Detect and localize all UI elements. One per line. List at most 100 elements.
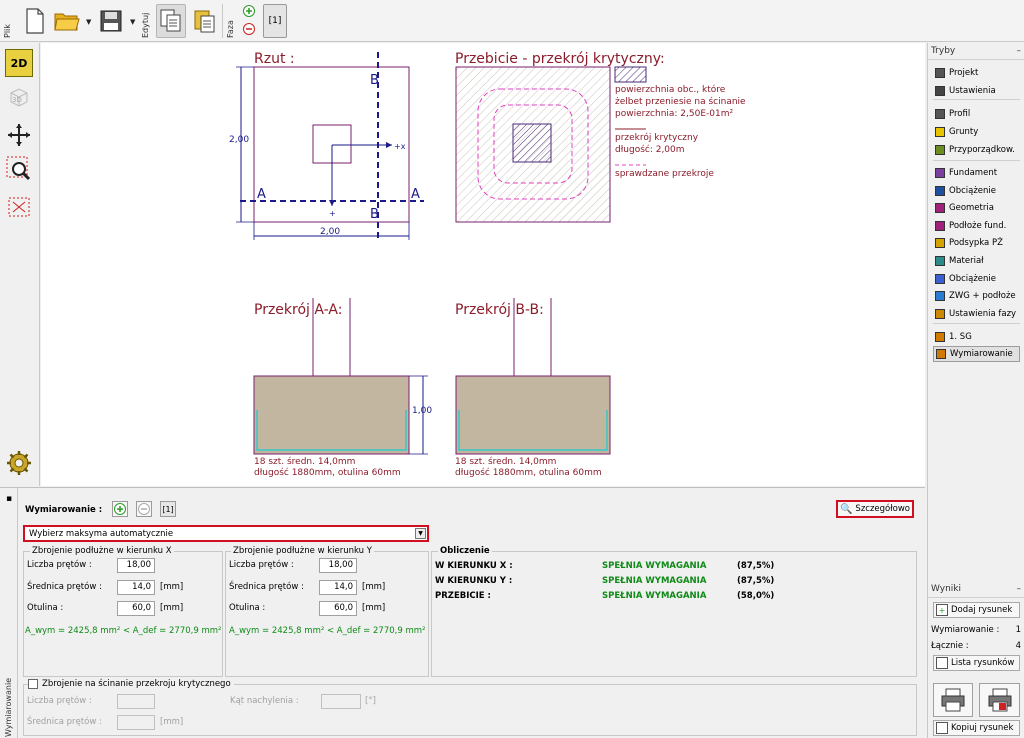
plan-dim-vertical-value: 2,00 (229, 135, 249, 145)
calc-row-value: (87,5%) (737, 576, 775, 586)
x-bar-diameter-unit: [mm] (160, 582, 184, 592)
plus-icon (114, 503, 126, 515)
y-cover-input[interactable]: 60,0 (319, 601, 357, 616)
sidebar-item-label: 1. SG (949, 332, 972, 342)
x-bar-count-input[interactable]: 18,00 (117, 558, 155, 573)
load-case-icon (935, 274, 945, 284)
settings-gear-button[interactable] (5, 449, 33, 477)
results-dimensioning-label: Wymiarowanie : (931, 625, 1000, 635)
sidebar-item-obciążenie[interactable]: Obciążenie (933, 271, 1020, 287)
sidebar-item-podłoże-fund[interactable]: Podłoże fund. (933, 218, 1020, 234)
sidebar-item-przyporządkow[interactable]: Przyporządkow. (933, 142, 1020, 158)
minus-icon (138, 503, 150, 515)
view-3d-button[interactable]: 3D (5, 83, 33, 111)
results-title: Wyniki (931, 584, 961, 594)
shear-count-input[interactable] (117, 694, 155, 709)
plan-label-a-left: A (257, 187, 266, 202)
phase-label: Faza (226, 20, 235, 38)
list-drawings-label: Lista rysunków (951, 658, 1015, 668)
plan-label-b-top: B (370, 73, 379, 88)
copy-data-icon (160, 9, 181, 32)
open-file-button[interactable] (52, 4, 82, 38)
section-aa-note-2: długość 1880mm, otulina 60mm (254, 467, 401, 478)
phase-tab-1[interactable]: [1] (263, 4, 287, 38)
shear-angle-input[interactable] (321, 694, 361, 709)
shear-count-label: Liczba prętów : (27, 696, 92, 706)
collapse-modes-icon[interactable]: – (1017, 46, 1022, 56)
add-phase-button[interactable] (243, 5, 255, 17)
copy-drawing-button[interactable]: Kopiuj rysunek (933, 720, 1020, 736)
chevron-down-icon[interactable]: ▼ (415, 528, 426, 539)
plan-y-axis-label: + (329, 209, 336, 218)
file-menu-label[interactable]: Plik (3, 24, 12, 38)
sidebar-item-fundament[interactable]: Fundament (933, 165, 1020, 181)
results-total-row: Łącznie : 4 (931, 641, 1021, 651)
save-file-button[interactable] (96, 4, 126, 38)
y-bar-diameter-input[interactable]: 14,0 (319, 580, 357, 595)
shear-diameter-input[interactable] (117, 715, 155, 730)
legend-checked-label: sprawdzane przekroje (615, 169, 714, 179)
material-icon (935, 256, 945, 266)
sidebar-item-profil[interactable]: Profil (933, 106, 1020, 122)
sidebar-item-1-sg[interactable]: 1. SG (933, 329, 1020, 345)
add-dimensioning-button[interactable] (112, 501, 128, 517)
dimensioning-tab-1[interactable]: [1] (160, 501, 176, 517)
sidebar-item-grunty[interactable]: Grunty (933, 124, 1020, 140)
plan-label-b-bottom: B (370, 207, 379, 222)
x-bar-diameter-input[interactable]: 14,0 (117, 580, 155, 595)
sidebar-item-ustawienia-fazy[interactable]: Ustawienia fazy (933, 306, 1020, 322)
paste-data-button[interactable] (190, 4, 220, 38)
new-file-button[interactable] (20, 4, 50, 38)
sidebar-item-zwg-podłoże[interactable]: ZWG + podłoże (933, 288, 1020, 304)
copy-drawing-label: Kopiuj rysunek (951, 723, 1014, 733)
collapse-results-icon[interactable]: – (1017, 584, 1022, 594)
section-bb-title: Przekrój B-B: (455, 302, 544, 318)
calc-row-label: W KIERUNKU X : (435, 561, 513, 571)
details-button[interactable]: 🔍 Szczegółowo (836, 500, 914, 518)
plan-x-axis-arrow (386, 142, 392, 148)
sidebar-item-wymiarowanie[interactable]: Wymiarowanie (933, 346, 1020, 362)
sidebar-item-label: Materiał (949, 256, 984, 266)
zoom-button[interactable] (5, 155, 33, 183)
print-export-button[interactable] (979, 683, 1020, 717)
design-mode-select[interactable]: Wybierz maksyma automatycznie ▼ (23, 525, 429, 542)
edit-menu-label[interactable]: Edytuj (141, 13, 150, 38)
copy-data-button[interactable] (156, 4, 186, 38)
shear-angle-unit: [°] (365, 696, 376, 706)
legend-critical-label: przekrój krytyczny (615, 132, 699, 143)
results-dimensioning-row: Wymiarowanie : 1 (931, 625, 1021, 635)
legend-line-1: powierzchnia obc., które (615, 84, 726, 95)
design-mode-select-value: Wybierz maksyma automatycznie (29, 529, 174, 539)
project-icon (935, 68, 945, 78)
sidebar-item-label: ZWG + podłoże (949, 291, 1016, 301)
sidebar-item-ustawienia[interactable]: Ustawienia (933, 83, 1020, 99)
punching-title: Przebicie - przekrój krytyczny: (455, 51, 665, 67)
print-button[interactable] (933, 683, 973, 717)
printer-icon (941, 688, 965, 712)
shear-reinforcement-toggle[interactable]: Zbrojenie na ścinanie przekroju krytyczn… (28, 679, 234, 689)
sidebar-item-podsypka-pż[interactable]: Podsypka PŻ (933, 235, 1020, 251)
sidebar-item-label: Obciążenie (949, 274, 996, 284)
sidebar-item-materiał[interactable]: Materiał (933, 253, 1020, 269)
plan-title: Rzut : (254, 51, 295, 67)
phase-settings-icon (935, 309, 945, 319)
open-dropdown-icon[interactable]: ▼ (86, 18, 91, 26)
sidebar-item-geometria[interactable]: Geometria (933, 200, 1020, 216)
remove-dimensioning-button[interactable] (136, 501, 152, 517)
dimensioning-vertical-tab[interactable]: Wymiarowanie ▪ (0, 488, 18, 738)
remove-phase-button[interactable] (243, 23, 255, 35)
view-2d-button[interactable]: 2D (5, 49, 33, 77)
list-drawings-button[interactable]: Lista rysunków (933, 655, 1020, 671)
y-bar-diameter-label: Średnica prętów : (229, 582, 304, 592)
zoom-extents-button[interactable] (5, 193, 33, 221)
subsoil-icon (935, 221, 945, 231)
move-view-button[interactable] (5, 121, 33, 149)
sidebar-item-obciążenie[interactable]: Obciążenie (933, 183, 1020, 199)
y-bar-count-input[interactable]: 18,00 (319, 558, 357, 573)
sidebar-item-projekt[interactable]: Projekt (933, 65, 1020, 81)
x-cover-input[interactable]: 60,0 (117, 601, 155, 616)
add-drawing-button[interactable]: + Dodaj rysunek (933, 602, 1020, 618)
save-dropdown-icon[interactable]: ▼ (130, 18, 135, 26)
shear-checkbox[interactable] (28, 679, 38, 689)
sidebar-item-label: Grunty (949, 127, 979, 137)
